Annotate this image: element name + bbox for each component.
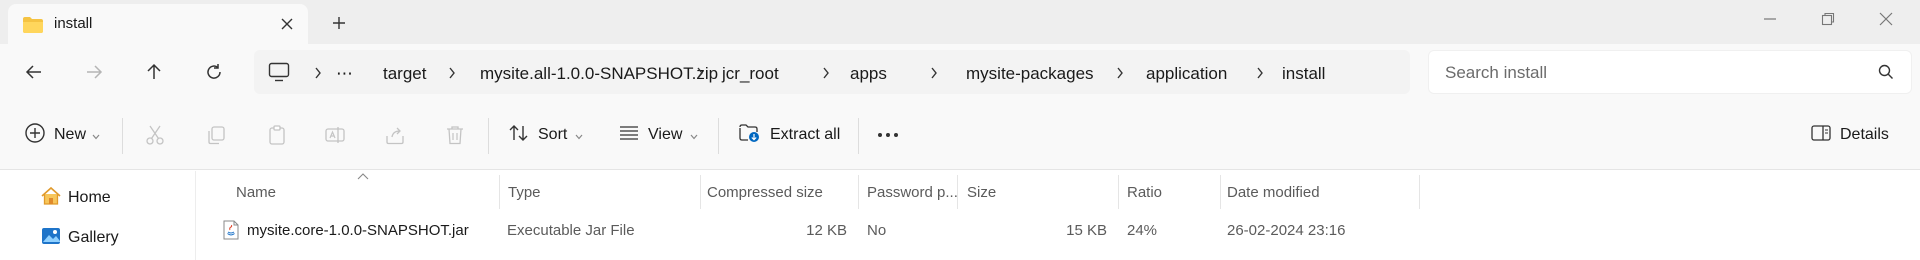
details-pane-icon <box>1810 122 1832 148</box>
jar-file-icon <box>222 217 240 243</box>
close-window-icon[interactable] <box>1866 6 1906 32</box>
sort-icon <box>508 122 530 148</box>
this-pc-icon[interactable] <box>268 62 290 87</box>
view-button[interactable]: View <box>618 119 698 151</box>
cut-icon[interactable] <box>144 119 166 151</box>
file-compressed-size: 12 KB <box>806 221 847 239</box>
column-header-size[interactable]: Size <box>967 175 996 209</box>
new-label: New <box>54 126 87 143</box>
file-date-modified: 26-02-2024 23:16 <box>1227 221 1346 239</box>
column-header-password[interactable]: Password p... <box>867 175 958 209</box>
column-divider[interactable] <box>700 175 701 209</box>
extract-icon <box>738 122 760 148</box>
chevron-right-icon <box>820 64 832 82</box>
breadcrumb-jcr-root[interactable]: jcr_root <box>722 64 779 84</box>
sort-button[interactable]: Sort <box>508 119 583 151</box>
minimize-icon[interactable] <box>1750 6 1790 32</box>
breadcrumb-apps[interactable]: apps <box>850 64 887 84</box>
file-type: Executable Jar File <box>507 221 635 239</box>
breadcrumb-mysite-packages[interactable]: mysite-packages <box>966 64 1094 84</box>
address-bar[interactable]: ⋯ target mysite.all-1.0.0-SNAPSHOT.zip j… <box>254 50 1410 94</box>
divider <box>488 118 489 154</box>
search-icon[interactable] <box>1877 63 1895 85</box>
divider <box>858 118 859 154</box>
column-divider[interactable] <box>858 175 859 209</box>
column-divider[interactable] <box>1118 175 1119 209</box>
forward-icon[interactable] <box>78 56 110 88</box>
nav-home-label: Home <box>68 189 111 206</box>
search-input[interactable] <box>1445 61 1865 85</box>
breadcrumb-target[interactable]: target <box>383 64 426 84</box>
file-list: Name Type Compressed size Password p... … <box>197 171 1920 260</box>
file-name[interactable]: mysite.core-1.0.0-SNAPSHOT.jar <box>247 217 469 243</box>
divider <box>122 118 123 154</box>
close-tab-icon[interactable] <box>276 13 298 35</box>
share-icon[interactable] <box>384 119 406 151</box>
divider <box>718 118 719 154</box>
navigation-pane: Home Gallery <box>0 171 196 260</box>
plus-circle-icon <box>24 122 46 148</box>
rename-icon[interactable] <box>324 119 346 151</box>
copy-icon[interactable] <box>205 119 227 151</box>
new-tab-icon[interactable] <box>326 10 352 36</box>
chevron-down-icon <box>575 127 583 144</box>
chevron-right-icon <box>312 64 324 82</box>
command-bar: New Sort View Extract all Details <box>0 100 1920 170</box>
tab-install[interactable]: install <box>8 4 308 44</box>
chevron-right-icon <box>928 64 940 82</box>
address-row: ⋯ target mysite.all-1.0.0-SNAPSHOT.zip j… <box>0 44 1920 100</box>
column-header-name[interactable]: Name <box>236 175 276 209</box>
nav-item-home[interactable]: Home <box>40 185 111 211</box>
gallery-icon <box>40 225 62 251</box>
back-icon[interactable] <box>18 56 50 88</box>
column-divider[interactable] <box>957 175 958 209</box>
chevron-right-icon <box>446 64 458 82</box>
paste-icon[interactable] <box>266 119 288 151</box>
search-box[interactable] <box>1428 50 1912 94</box>
column-divider[interactable] <box>1220 175 1221 209</box>
breadcrumb-install[interactable]: install <box>1282 64 1325 84</box>
delete-icon[interactable] <box>444 119 466 151</box>
nav-item-gallery[interactable]: Gallery <box>40 225 119 251</box>
file-size: 15 KB <box>1066 221 1107 239</box>
chevron-right-icon <box>1114 64 1126 82</box>
breadcrumb-overflow[interactable]: ⋯ <box>336 64 353 84</box>
column-header-compressed-size[interactable]: Compressed size <box>707 175 823 209</box>
sort-ascending-icon <box>357 167 369 184</box>
up-icon[interactable] <box>138 56 170 88</box>
view-label: View <box>648 126 683 143</box>
extract-all-label: Extract all <box>770 126 841 143</box>
details-button[interactable]: Details <box>1810 119 1889 151</box>
tab-title: install <box>54 15 93 32</box>
column-divider[interactable] <box>499 175 500 209</box>
more-options-icon[interactable] <box>876 119 900 151</box>
column-header-date-modified[interactable]: Date modified <box>1227 175 1320 209</box>
sort-label: Sort <box>538 126 568 143</box>
file-ratio: 24% <box>1127 221 1158 239</box>
details-label: Details <box>1840 126 1889 143</box>
file-password: No <box>867 221 887 239</box>
folder-icon <box>22 16 44 38</box>
title-bar: install <box>0 0 1920 44</box>
new-button[interactable]: New <box>24 119 100 151</box>
chevron-right-icon <box>694 64 706 82</box>
restore-icon[interactable] <box>1808 6 1848 32</box>
nav-gallery-label: Gallery <box>68 229 119 246</box>
chevron-down-icon <box>92 127 100 144</box>
home-icon <box>40 185 62 211</box>
column-divider[interactable] <box>1419 175 1420 209</box>
view-icon <box>618 122 640 148</box>
breadcrumb-application[interactable]: application <box>1146 64 1227 84</box>
extract-all-button[interactable]: Extract all <box>738 119 840 151</box>
column-header-type[interactable]: Type <box>508 175 541 209</box>
chevron-down-icon <box>690 127 698 144</box>
refresh-icon[interactable] <box>198 56 230 88</box>
chevron-right-icon <box>1254 64 1266 82</box>
breadcrumb-zip[interactable]: mysite.all-1.0.0-SNAPSHOT.zip <box>480 64 718 84</box>
column-header-ratio[interactable]: Ratio <box>1127 175 1162 209</box>
